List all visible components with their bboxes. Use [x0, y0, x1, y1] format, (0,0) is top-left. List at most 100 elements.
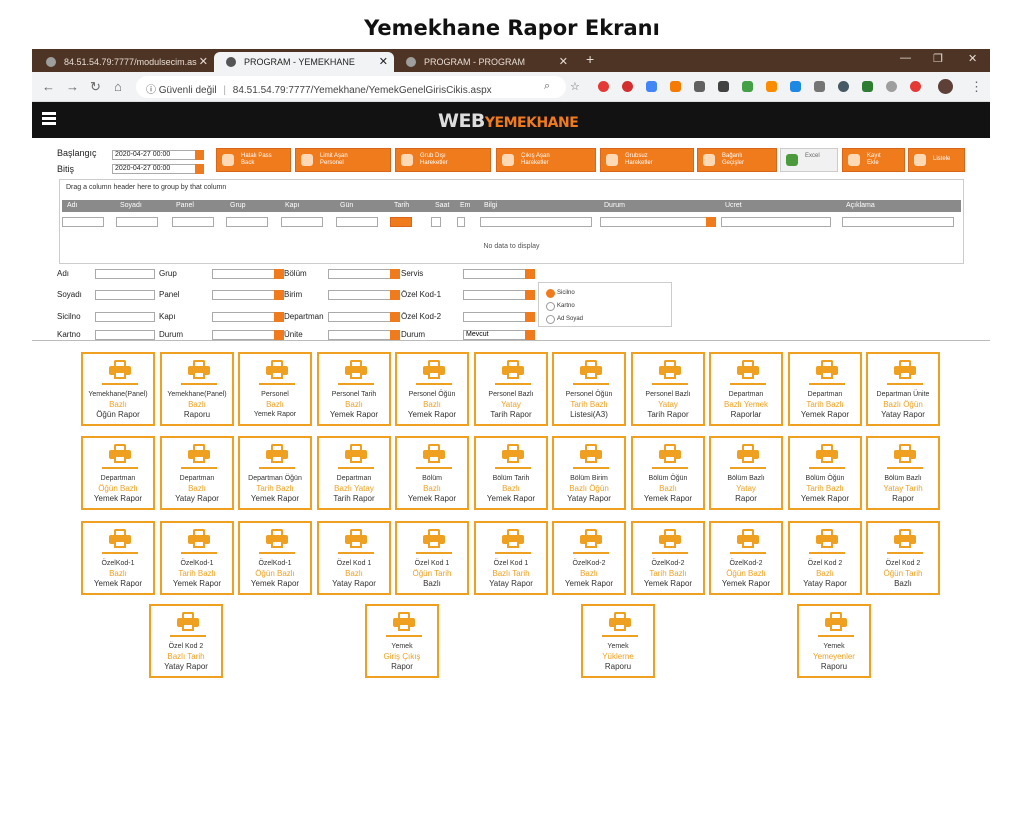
column-header-grup[interactable]: Grup [230, 202, 246, 209]
filter-adi-input[interactable] [62, 217, 104, 227]
download-icon[interactable] [814, 81, 825, 92]
report-card[interactable]: Personel Bazlı Yatay Tarih Rapor [474, 352, 548, 426]
chevron-down-icon[interactable] [390, 269, 400, 279]
filter-em-checkbox[interactable] [457, 217, 465, 227]
report-card[interactable]: Departman Bazlı Yatay Rapor [160, 436, 234, 510]
minimize-button[interactable]: — [900, 52, 911, 64]
close-icon[interactable]: ✕ [379, 55, 388, 68]
zoom-icon[interactable]: ⌕ [544, 80, 550, 93]
chevron-down-icon[interactable] [706, 217, 716, 227]
listele-button[interactable]: Listele [908, 148, 965, 172]
adblock-icon[interactable] [622, 81, 633, 92]
report-card[interactable]: Departman Ünite Bazlı Öğün Yatay Rapor [866, 352, 940, 426]
extension-icon[interactable] [910, 81, 921, 92]
report-card[interactable]: Bölüm Öğün Tarih Bazlı Yemek Rapor [788, 436, 862, 510]
filter-durum-dropdown[interactable] [600, 217, 716, 227]
report-card[interactable]: Personel Öğün Bazlı Yemek Rapor [395, 352, 469, 426]
report-card[interactable]: Personel Tarih Bazlı Yemek Rapor [317, 352, 391, 426]
column-header-adi[interactable]: Adı [67, 202, 78, 209]
chevron-down-icon[interactable] [274, 312, 284, 322]
report-card[interactable]: Bölüm Bazlı Yemek Rapor [395, 436, 469, 510]
filter-bilgi-input[interactable] [480, 217, 592, 227]
report-card[interactable]: Bölüm Öğün Bazlı Yemek Rapor [631, 436, 705, 510]
filter-soyadi-input[interactable] [116, 217, 158, 227]
menu-dots-icon[interactable]: ⋮ [970, 79, 983, 95]
cikis-asan-hareketler-button[interactable]: Çıkış Aşan Hareketler [496, 148, 596, 172]
reload-icon[interactable]: ↻ [90, 79, 101, 95]
report-card[interactable]: Bölüm Bazlı Yatay Tarih Rapor [866, 436, 940, 510]
report-card[interactable]: ÖzelKod-1 Tarih Bazlı Yemek Rapor [160, 521, 234, 595]
extension-icon[interactable] [838, 81, 849, 92]
close-icon[interactable]: ✕ [199, 55, 208, 68]
back-arrow-icon[interactable]: ← [42, 79, 55, 94]
filter-saat-input[interactable] [431, 217, 441, 227]
maximize-button[interactable]: ❐ [933, 52, 943, 65]
report-card[interactable]: Departman Tarih Bazlı Yemek Rapor [788, 352, 862, 426]
chevron-down-icon[interactable] [525, 312, 535, 322]
sort-kartno-radio[interactable]: Kartno [546, 302, 575, 311]
report-card[interactable]: Özel Kod 1 Bazlı Tarih Yatay Rapor [474, 521, 548, 595]
adi-input[interactable] [95, 269, 155, 279]
browser-tab-program[interactable]: PROGRAM - PROGRAM ✕ [394, 52, 574, 72]
translate-icon[interactable] [646, 81, 657, 92]
ozel-kod-2-select[interactable] [463, 312, 535, 322]
report-card[interactable]: Yemek Yüklerne Raporu [581, 604, 655, 678]
report-card[interactable]: Özel Kod 1 Bazlı Yatay Rapor [317, 521, 391, 595]
window-close-button[interactable]: ✕ [968, 52, 977, 65]
report-card[interactable]: Yemek Giriş Çıkış Rapor [365, 604, 439, 678]
start-date-input[interactable]: 2020-04-27 00:00 [112, 150, 204, 160]
extension-icon[interactable] [886, 81, 897, 92]
unite-select[interactable] [328, 330, 400, 340]
report-card[interactable]: Departman Öğün Bazlı Yemek Rapor [81, 436, 155, 510]
filter-tarih-dropdown[interactable] [390, 217, 412, 227]
report-card[interactable]: Özel Kod 2 Bazlı Tarih Yatay Rapor [149, 604, 223, 678]
bolum-select[interactable] [328, 269, 400, 279]
baganli-gecisler-button[interactable]: Bağanlı Geçişler [697, 148, 777, 172]
grub-disi-hareketler-button[interactable]: Grub Dışı Hareketler [395, 148, 491, 172]
report-card[interactable]: ÖzelKod-2 Bazlı Yemek Rapor [552, 521, 626, 595]
chevron-down-icon[interactable] [390, 312, 400, 322]
report-card[interactable]: Personel Bazlı Yatay Tarih Rapor [631, 352, 705, 426]
filter-panel-input[interactable] [172, 217, 214, 227]
extension-icon[interactable] [670, 81, 681, 92]
new-tab-button[interactable]: + [586, 51, 594, 67]
chevron-down-icon[interactable] [525, 290, 535, 300]
calendar-dropdown-icon[interactable] [195, 150, 204, 160]
report-card[interactable]: Özel Kod 1 Öğün Tarih Bazlı [395, 521, 469, 595]
chevron-down-icon[interactable] [274, 269, 284, 279]
excel-export-button[interactable]: Excel [780, 148, 838, 172]
hatali-pass-back-button[interactable]: Hatalı Pass Back [216, 148, 291, 172]
extension-icon[interactable] [862, 81, 873, 92]
grubsuz-hareketler-button[interactable]: Grubsuz Hareketler [600, 148, 694, 172]
report-card[interactable]: Yemek Yemeyenler Raporu [797, 604, 871, 678]
soyadi-input[interactable] [95, 290, 155, 300]
limit-asan-personel-button[interactable]: Limit Aşan Personel [295, 148, 391, 172]
address-bar[interactable]: ⓘ Güvenli değil | 84.51.54.79:7777/Yemek… [136, 76, 566, 98]
kartno-input[interactable] [95, 330, 155, 340]
grup-select[interactable] [212, 269, 284, 279]
chevron-down-icon[interactable] [390, 330, 400, 340]
ozel-kod-1-select[interactable] [463, 290, 535, 300]
chevron-down-icon[interactable] [390, 290, 400, 300]
report-card[interactable]: Personel Bazlı Yemek Rapor [238, 352, 312, 426]
report-card[interactable]: ÖzelKod-1 Bazlı Yemek Rapor [81, 521, 155, 595]
column-header-panel[interactable]: Panel [176, 202, 194, 209]
filter-ucret-input[interactable] [721, 217, 831, 227]
report-card[interactable]: Yemekhane(Panel) Bazlı Raporu [160, 352, 234, 426]
report-card[interactable]: Departman Öğün Tarih Bazlı Yemek Rapor [238, 436, 312, 510]
kayit-ekle-button[interactable]: Kayıt Ekle [842, 148, 905, 172]
column-header-aciklama[interactable]: Açıklama [846, 202, 875, 209]
sort-sicilno-radio[interactable]: Sicilno [546, 289, 575, 298]
sort-ad-soyad-radio[interactable]: Ad Soyad [546, 315, 583, 324]
column-header-gun[interactable]: Gün [340, 202, 353, 209]
calendar-dropdown-icon[interactable] [195, 164, 204, 174]
column-header-durum[interactable]: Durum [604, 202, 625, 209]
filter-grup-input[interactable] [226, 217, 268, 227]
column-header-tarih[interactable]: Tarih [394, 202, 409, 209]
column-header-bilgi[interactable]: Bilgi [484, 202, 497, 209]
end-date-input[interactable]: 2020-04-27 00:00 [112, 164, 204, 174]
column-header-ucret[interactable]: Ucret [725, 202, 742, 209]
report-card[interactable]: Departman Bazlı Yatay Tarih Rapor [317, 436, 391, 510]
report-card[interactable]: ÖzelKod-1 Öğün Bazlı Yemek Rapor [238, 521, 312, 595]
servis-select[interactable] [463, 269, 535, 279]
